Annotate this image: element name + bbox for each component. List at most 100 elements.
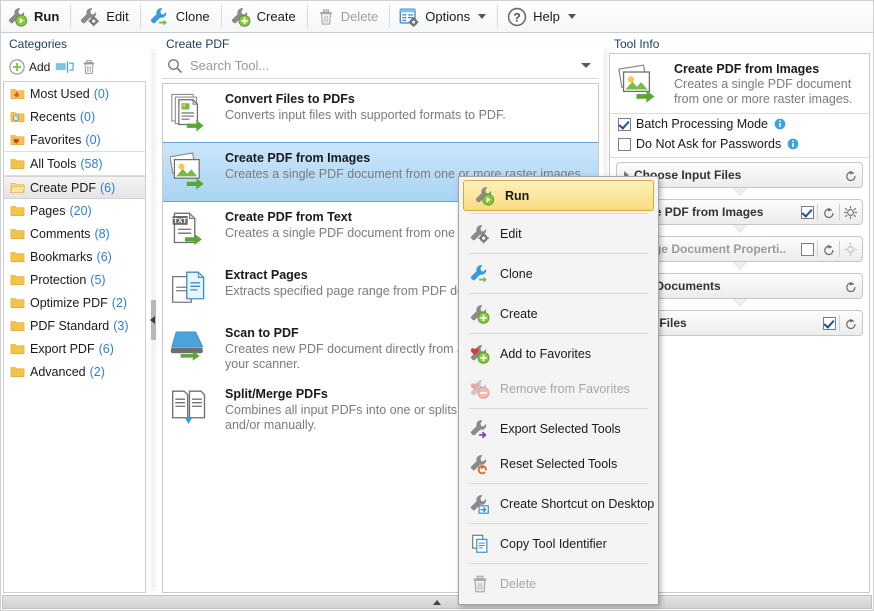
gear-icon[interactable] [843, 205, 858, 220]
toolbar-button-edit[interactable]: Edit [73, 1, 137, 32]
convert-files-icon [170, 91, 216, 135]
chevron-down-icon[interactable] [478, 14, 486, 19]
context-menu-item-remove-from-favorites[interactable]: Remove from Favorites [459, 371, 658, 406]
toolbar-button-options[interactable]: Options [392, 1, 495, 32]
categories-list[interactable]: Most Used(0)Recents(0)Favorites(0)All To… [3, 81, 146, 593]
divider [839, 204, 840, 220]
images-to-pdf-icon [618, 62, 666, 107]
checkbox[interactable] [618, 138, 631, 151]
step-enable-checkbox[interactable] [823, 317, 836, 330]
search-input[interactable]: Search Tool... [190, 58, 269, 73]
rename-icon[interactable] [55, 59, 75, 75]
trash-icon [316, 6, 336, 28]
tool-context-menu[interactable]: Run Edit Clone Create Add to FavoritesRemove… [458, 176, 659, 605]
bottom-splitter[interactable] [2, 595, 872, 609]
heart-wrench-minus-icon [469, 378, 491, 400]
sidebar-item-favorites[interactable]: Favorites(0) [4, 128, 145, 151]
step-enable-checkbox[interactable] [801, 243, 814, 256]
info-icon[interactable] [773, 117, 787, 131]
context-menu-item-create[interactable]: Create [459, 296, 658, 331]
context-menu-item-create-shortcut-on-desktop[interactable]: Create Shortcut on Desktop [459, 486, 658, 521]
reset-icon[interactable] [843, 168, 858, 183]
category-label: Protection [30, 273, 86, 287]
wrench-shortcut-icon [469, 493, 491, 515]
category-label: Pages [30, 204, 65, 218]
toolbar-button-clone[interactable]: Clone [143, 1, 219, 32]
step-enable-checkbox[interactable] [801, 206, 814, 219]
context-menu-item-edit[interactable]: Edit [459, 216, 658, 251]
sidebar-item-optimize-pdf[interactable]: Optimize PDF(2) [4, 291, 145, 314]
reset-icon[interactable] [843, 279, 858, 294]
step-connector-arrow [733, 262, 747, 270]
checkbox[interactable] [618, 118, 631, 131]
toolbar-button-help-label: Help [533, 9, 560, 24]
tool-list-item[interactable]: Convert Files to PDFsConverts input file… [163, 84, 598, 142]
images-to-pdf-icon [170, 150, 216, 194]
delete-category-icon[interactable] [80, 57, 98, 77]
folder-open-icon [9, 180, 26, 195]
category-count: (20) [69, 204, 91, 218]
sidebar-item-create-pdf[interactable]: Create PDF(6) [4, 176, 145, 199]
tool-info-options: Batch Processing Mode Do Not Ask for Pass… [610, 114, 869, 154]
sidebar-item-bookmarks[interactable]: Bookmarks(6) [4, 245, 145, 268]
gear-icon[interactable] [843, 242, 858, 257]
info-icon[interactable] [786, 137, 800, 151]
trash-icon [469, 573, 491, 595]
context-menu-item-export-selected-tools[interactable]: Export Selected Tools [459, 411, 658, 446]
category-count: (58) [80, 157, 102, 171]
expand-up-icon[interactable] [433, 600, 441, 605]
context-menu-item-copy-tool-identifier[interactable]: Copy Tool Identifier [459, 526, 658, 561]
chevron-down-icon[interactable] [568, 14, 576, 19]
option-row[interactable]: Do Not Ask for Passwords [610, 134, 869, 154]
categories-panel: Categories Add [2, 33, 148, 593]
sidebar-item-pages[interactable]: Pages (20) [4, 199, 145, 222]
category-label: Bookmarks [30, 250, 93, 264]
context-menu-item-add-to-favorites[interactable]: Add to Favorites [459, 336, 658, 371]
context-menu-item-run[interactable]: Run [463, 180, 654, 211]
wrench-clone-icon [469, 263, 491, 285]
category-count: (0) [85, 133, 100, 147]
sidebar-item-all-tools[interactable]: All Tools(58) [4, 152, 145, 175]
option-label: Do Not Ask for Passwords [636, 137, 781, 151]
left-splitter[interactable] [149, 49, 158, 591]
toolbar-button-help[interactable]: ? Help [500, 1, 585, 32]
context-menu-item-clone[interactable]: Clone [459, 256, 658, 291]
sidebar-item-advanced[interactable]: Advanced (2) [4, 360, 145, 383]
category-label: Advanced [30, 365, 86, 379]
add-category-button[interactable]: Add [8, 58, 50, 76]
folder-icon [9, 249, 26, 264]
context-menu-separator [469, 213, 648, 214]
step-connector-arrow [733, 225, 747, 233]
sidebar-item-protection[interactable]: Protection(5) [4, 268, 145, 291]
search-dropdown-icon[interactable] [581, 63, 591, 68]
folder-icon [9, 203, 26, 218]
wrench-export-icon [469, 418, 491, 440]
sidebar-item-export-pdf[interactable]: Export PDF(6) [4, 337, 145, 360]
category-label: Comments [30, 227, 90, 241]
reset-icon[interactable] [843, 316, 858, 331]
toolbar-button-create[interactable]: Create [224, 1, 305, 32]
wrench-clone-icon [149, 6, 171, 28]
context-menu-item-reset-selected-tools[interactable]: Reset Selected Tools [459, 446, 658, 481]
search-tool-bar[interactable]: Search Tool... [162, 53, 599, 79]
sidebar-item-recents[interactable]: Recents(0) [4, 105, 145, 128]
folder-heart-icon [9, 132, 26, 147]
option-row[interactable]: Batch Processing Mode [610, 114, 869, 134]
sidebar-item-comments[interactable]: Comments(8) [4, 222, 145, 245]
context-menu-item-label: Edit [500, 227, 522, 241]
category-label: Export PDF [30, 342, 95, 356]
context-menu-item-delete[interactable]: Delete [459, 566, 658, 601]
tool-item-desc: Converts input files with supported form… [225, 108, 506, 123]
sidebar-item-most-used[interactable]: Most Used(0) [4, 82, 145, 105]
toolbar-button-delete[interactable]: Delete [310, 1, 388, 32]
sidebar-item-pdf-standard[interactable]: PDF Standard(3) [4, 314, 145, 337]
tool-info-name: Create PDF from Images [674, 62, 861, 76]
category-count: (2) [90, 365, 105, 379]
collapse-left-icon[interactable] [150, 316, 155, 324]
toolbar-button-run[interactable]: Run [1, 1, 68, 32]
wrench-plus-icon [230, 6, 252, 28]
reset-icon[interactable] [821, 205, 836, 220]
reset-icon[interactable] [821, 242, 836, 257]
category-label: PDF Standard [30, 319, 109, 333]
tool-step-controls [843, 168, 858, 183]
